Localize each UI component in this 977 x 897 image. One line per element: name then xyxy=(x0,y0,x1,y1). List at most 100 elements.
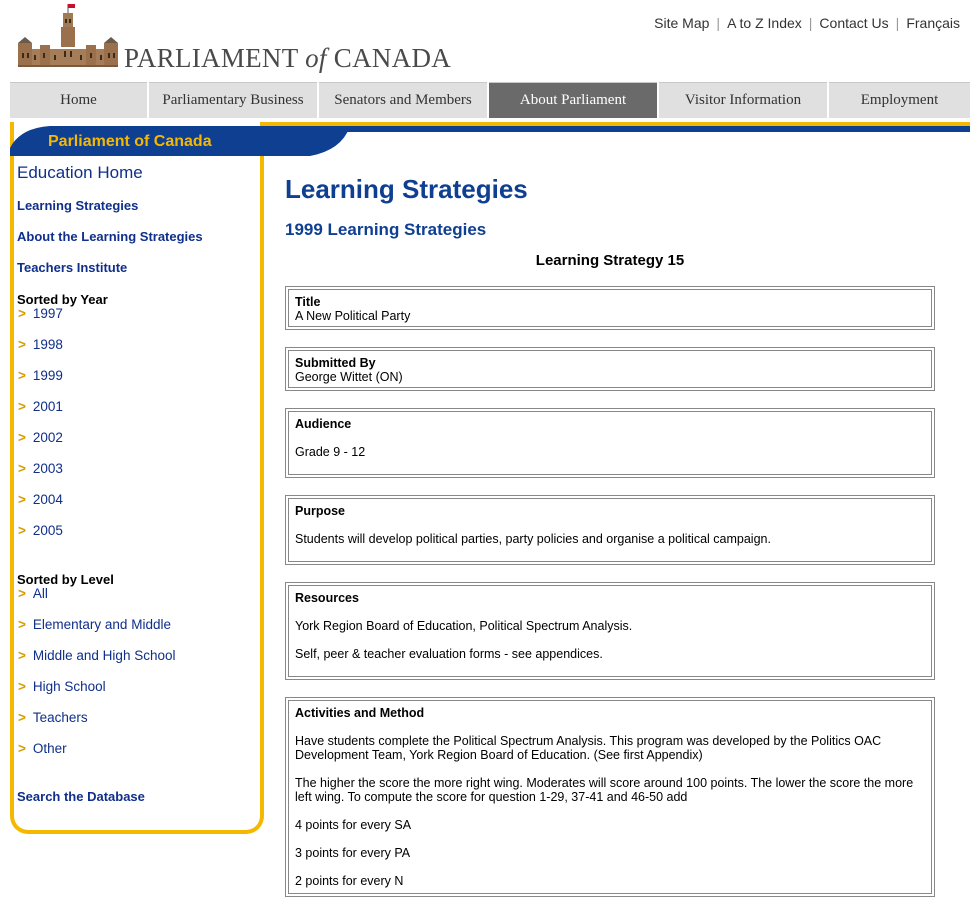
year-item[interactable]: >2002 xyxy=(18,430,63,445)
submitted-box-inner: Submitted By George Wittet (ON) xyxy=(288,350,932,388)
audience-box-inner: Audience Grade 9 - 12 xyxy=(288,411,932,475)
title-value: A New Political Party xyxy=(295,309,411,323)
site-map-link[interactable]: Site Map xyxy=(654,15,709,31)
year-label: 1997 xyxy=(32,306,63,321)
resources-text: York Region Board of Education, Politica… xyxy=(295,619,633,633)
chevron-right-icon: > xyxy=(18,306,26,321)
level-label: High School xyxy=(32,679,106,694)
purpose-value: Students will develop political parties,… xyxy=(295,532,771,546)
activities-box: Activities and Method Have students comp… xyxy=(285,697,935,897)
submitted-value: George Wittet (ON) xyxy=(295,370,403,384)
level-label: Middle and High School xyxy=(32,648,176,663)
education-home-link[interactable]: Education Home xyxy=(17,163,143,183)
year-label: 2002 xyxy=(32,430,63,445)
a-to-z-link[interactable]: A to Z Index xyxy=(727,15,802,31)
resources-box-inner: Resources York Region Board of Education… xyxy=(288,585,932,677)
year-item[interactable]: >2001 xyxy=(18,399,63,414)
sidebar-learning-strategies-link[interactable]: Learning Strategies xyxy=(17,198,138,213)
level-item[interactable]: > Middle and High School xyxy=(18,648,175,663)
main-nav: Home Parliamentary Business Senators and… xyxy=(10,82,970,118)
logo-word-parliament: PARLIAMENT xyxy=(124,43,299,73)
year-label: 2005 xyxy=(32,523,63,538)
nav-tab-visitor-information[interactable]: Visitor Information xyxy=(659,82,827,118)
level-label: Teachers xyxy=(32,710,88,725)
year-item[interactable]: >1997 xyxy=(18,306,63,321)
sorted-by-level-heading: Sorted by Level xyxy=(17,572,114,587)
parliament-building-icon xyxy=(18,4,118,67)
year-item[interactable]: >2005 xyxy=(18,523,63,538)
audience-value: Grade 9 - 12 xyxy=(295,445,366,459)
level-item[interactable]: > Teachers xyxy=(18,710,88,725)
activities-box-inner: Activities and Method Have students comp… xyxy=(288,700,932,894)
title-label: Title xyxy=(295,295,321,309)
contact-us-link[interactable]: Contact Us xyxy=(819,15,888,31)
chevron-right-icon: > xyxy=(18,617,26,632)
chevron-right-icon: > xyxy=(18,430,26,445)
francais-link[interactable]: Français xyxy=(906,15,960,31)
sidebar-header: Parliament of Canada xyxy=(10,126,350,156)
activities-text: The higher the score the more right wing… xyxy=(295,776,914,804)
sidebar-about-learning-strategies-link[interactable]: About the Learning Strategies xyxy=(17,229,203,244)
submitted-box: Submitted By George Wittet (ON) xyxy=(285,347,935,391)
separator: | xyxy=(808,15,813,31)
logo-word-of: of xyxy=(305,43,327,73)
level-item[interactable]: > High School xyxy=(18,679,106,694)
nav-tab-senators-and-members[interactable]: Senators and Members xyxy=(319,82,487,118)
chevron-right-icon: > xyxy=(18,710,26,725)
level-item[interactable]: > Elementary and Middle xyxy=(18,617,171,632)
chevron-right-icon: > xyxy=(18,461,26,476)
nav-tab-home[interactable]: Home xyxy=(10,82,147,118)
year-label: 2001 xyxy=(32,399,63,414)
utility-links: Site Map | A to Z Index | Contact Us | Françai… xyxy=(654,15,960,31)
chevron-right-icon: > xyxy=(18,368,26,383)
year-item[interactable]: >2004 xyxy=(18,492,63,507)
level-label: Other xyxy=(32,741,67,756)
separator: | xyxy=(716,15,721,31)
search-database-link[interactable]: Search the Database xyxy=(17,789,145,804)
submitted-label: Submitted By xyxy=(295,356,376,370)
activities-text: Have students complete the Political Spe… xyxy=(295,734,882,762)
year-item[interactable]: >1998 xyxy=(18,337,63,352)
chevron-right-icon: > xyxy=(18,648,26,663)
title-box-inner: Title A New Political Party xyxy=(288,289,932,327)
activities-text: 2 points for every N xyxy=(295,874,404,888)
chevron-right-icon: > xyxy=(18,679,26,694)
purpose-box-inner: Purpose Students will develop political … xyxy=(288,498,932,562)
year-label: 2004 xyxy=(32,492,63,507)
sidebar-header-title: Parliament of Canada xyxy=(48,133,212,150)
year-label: 1999 xyxy=(32,368,63,383)
resources-box: Resources York Region Board of Education… xyxy=(285,582,935,680)
chevron-right-icon: > xyxy=(18,523,26,538)
level-label: Elementary and Middle xyxy=(32,617,171,632)
nav-tab-about-parliament[interactable]: About Parliament xyxy=(489,82,657,118)
resources-label: Resources xyxy=(295,591,359,605)
year-label: 2003 xyxy=(32,461,63,476)
logo-word-canada: CANADA xyxy=(333,43,452,73)
year-label: 1998 xyxy=(32,337,63,352)
chevron-right-icon: > xyxy=(18,399,26,414)
nav-tab-parliamentary-business[interactable]: Parliamentary Business xyxy=(149,82,317,118)
sorted-by-year-heading: Sorted by Year xyxy=(17,292,108,307)
chevron-right-icon: > xyxy=(18,492,26,507)
activities-text: 4 points for every SA xyxy=(295,818,412,832)
sidebar-teachers-institute-link[interactable]: Teachers Institute xyxy=(17,260,127,275)
page-subtitle: 1999 Learning Strategies xyxy=(285,220,487,239)
strategy-heading: Learning Strategy 15 xyxy=(535,252,685,269)
purpose-label: Purpose xyxy=(295,504,346,518)
separator: | xyxy=(895,15,900,31)
level-item[interactable]: > Other xyxy=(18,741,67,756)
level-label: All xyxy=(32,586,48,601)
year-item[interactable]: >1999 xyxy=(18,368,63,383)
audience-label: Audience xyxy=(295,417,352,431)
purpose-box: Purpose Students will develop political … xyxy=(285,495,935,565)
logo-wordmark: PARLIAMENT of CANADA xyxy=(124,43,451,74)
audience-box: Audience Grade 9 - 12 xyxy=(285,408,935,478)
resources-text: Self, peer & teacher evaluation forms - … xyxy=(295,647,603,661)
chevron-right-icon: > xyxy=(18,741,26,756)
page-title: Learning Strategies xyxy=(285,174,528,204)
year-item[interactable]: >2003 xyxy=(18,461,63,476)
level-item[interactable]: > All xyxy=(18,586,48,601)
nav-tab-employment[interactable]: Employment xyxy=(829,82,970,118)
chevron-right-icon: > xyxy=(18,337,26,352)
title-box: Title A New Political Party xyxy=(285,286,935,330)
